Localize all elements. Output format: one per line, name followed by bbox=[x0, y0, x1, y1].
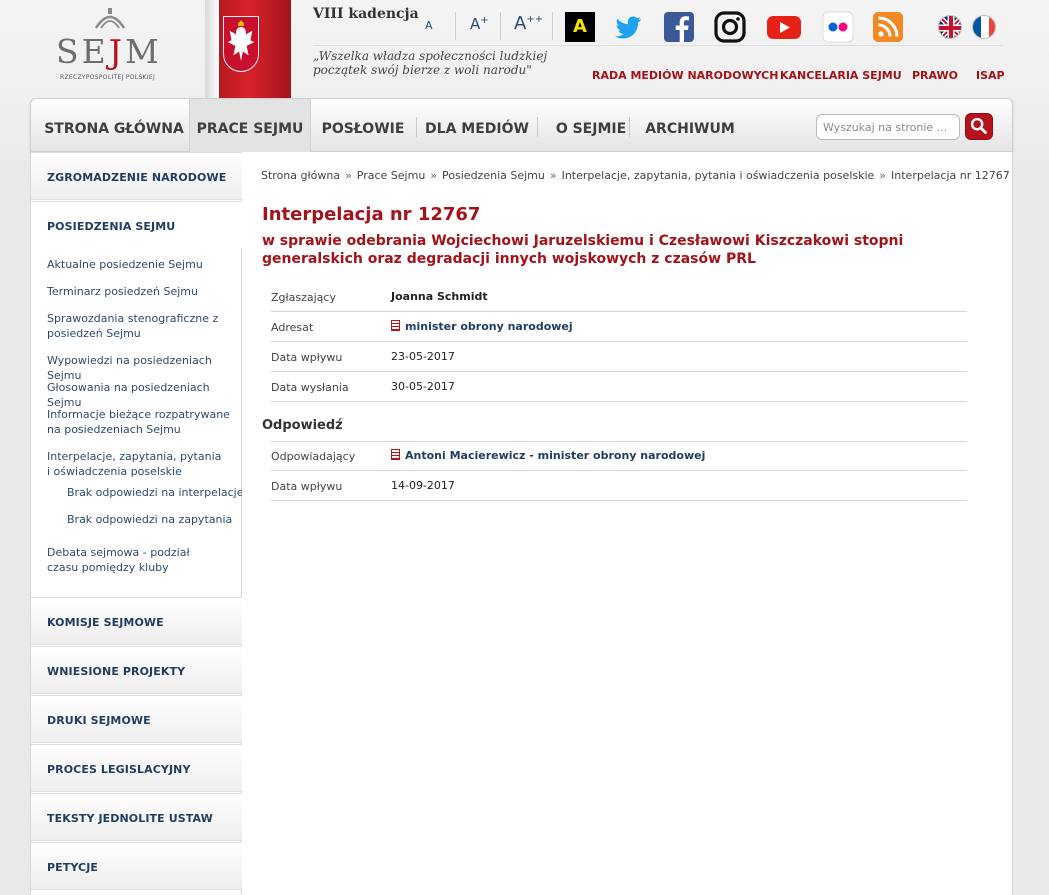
divider bbox=[500, 12, 501, 40]
answer-heading: Odpowiedź bbox=[262, 418, 343, 433]
search-icon bbox=[970, 117, 987, 134]
sidebar-sublink[interactable]: Brak odpowiedzi na zapytania bbox=[67, 512, 252, 527]
sidebar-link[interactable]: Informacje bieżące rozpatrywane na posie… bbox=[47, 407, 232, 437]
link-isap[interactable]: ISAP bbox=[976, 69, 1005, 82]
breadcrumb-separator: » bbox=[549, 169, 557, 182]
sidebar: ZGROMADZENIE NARODOWE POSIEDZENIA SEJMU … bbox=[30, 152, 244, 895]
detail-row: Data wysłania 30-05-2017 bbox=[271, 372, 967, 402]
nav-o-sejmie[interactable]: O SEJMIE bbox=[545, 99, 637, 153]
breadcrumb-separator: » bbox=[879, 169, 887, 182]
divider bbox=[455, 12, 456, 40]
answer-row: Data wpływu 14-09-2017 bbox=[271, 471, 967, 501]
nav-divider bbox=[416, 117, 417, 137]
flickr-icon[interactable] bbox=[822, 11, 854, 43]
detail-row: Zgłaszający Joanna Schmidt bbox=[271, 282, 967, 312]
sidebar-section-petycje[interactable]: PETYCJE bbox=[31, 842, 242, 890]
sidebar-section-druki[interactable]: DRUKI SEJMOWE bbox=[31, 695, 242, 743]
nav-dla-mediow[interactable]: DLA MEDIÓW bbox=[424, 99, 530, 153]
twitter-icon[interactable] bbox=[612, 11, 644, 43]
detail-value: Joanna Schmidt bbox=[391, 290, 488, 303]
detail-label: Data wpływu bbox=[271, 480, 343, 493]
sidebar-sublink[interactable]: Brak odpowiedzi na interpelacje bbox=[67, 485, 252, 500]
logo-subtitle: RZECZYPOSPOLITEJ POLSKIEJ bbox=[60, 74, 156, 81]
youtube-icon[interactable] bbox=[766, 11, 802, 43]
detail-label: Data wysłania bbox=[271, 381, 349, 394]
sidebar-heading-zgromadzenie[interactable]: ZGROMADZENIE NARODOWE bbox=[31, 152, 242, 200]
sidebar-section-komisje[interactable]: KOMISJE SEJMOWE bbox=[31, 597, 242, 645]
sidebar-link[interactable]: Aktualne posiedzenie Sejmu bbox=[47, 257, 232, 272]
parliament-dome-icon bbox=[94, 8, 126, 29]
detail-label: Adresat bbox=[271, 321, 314, 334]
detail-label: Odpowiadający bbox=[271, 450, 356, 463]
sidebar-link-interpelacje[interactable]: Interpelacje, zapytania, pytania i oświa… bbox=[47, 449, 222, 479]
breadcrumb-item[interactable]: Strona główna bbox=[261, 169, 340, 182]
rss-icon[interactable] bbox=[872, 11, 904, 43]
font-size-medium-button[interactable]: A+ bbox=[470, 15, 489, 33]
detail-row: Data wpływu 23-05-2017 bbox=[271, 342, 967, 372]
breadcrumb: Strona główna » Prace Sejmu » Posiedzenia Se… bbox=[261, 169, 1010, 182]
link-rada-mediow[interactable]: RADA MEDIÓW NARODOWYCH bbox=[592, 69, 778, 82]
sidebar-link[interactable]: Wypowiedzi na posiedzeniach Sejmu bbox=[47, 353, 232, 383]
english-flag-icon[interactable] bbox=[938, 15, 962, 39]
french-flag-icon[interactable] bbox=[972, 15, 996, 39]
font-size-small-button[interactable]: A bbox=[425, 19, 433, 32]
sidebar-link[interactable]: Terminarz posiedzeń Sejmu bbox=[47, 284, 232, 299]
nav-prace-sejmu[interactable]: PRACE SEJMU bbox=[189, 99, 311, 153]
nav-strona-glowna[interactable]: STRONA GŁÓWNA bbox=[39, 99, 189, 153]
breadcrumb-separator: » bbox=[345, 169, 352, 182]
main-navigation: STRONA GŁÓWNA PRACE SEJMU POSŁOWIE DLA M… bbox=[30, 98, 1013, 153]
logo-wordmark: SEJM bbox=[56, 32, 162, 71]
sidebar-section-projekty[interactable]: WNIESIONE PROJEKTY bbox=[31, 646, 242, 694]
nav-divider bbox=[629, 117, 630, 137]
search-input[interactable] bbox=[816, 114, 960, 140]
font-size-large-button[interactable]: A++ bbox=[514, 13, 543, 34]
adresat-link[interactable]: minister obrony narodowej bbox=[391, 320, 573, 333]
breadcrumb-item[interactable]: Interpelacje, zapytania, pytania i oświa… bbox=[562, 169, 875, 182]
nav-archiwum[interactable]: ARCHIWUM bbox=[637, 99, 743, 153]
answer-row: Odpowiadający Antoni Macierewicz - minis… bbox=[271, 441, 967, 471]
sidebar-link[interactable]: Sprawozdania stenograficzne z posiedzeń … bbox=[47, 311, 232, 341]
sidebar-heading-posiedzenia[interactable]: POSIEDZENIA SEJMU bbox=[31, 201, 242, 249]
detail-value: 23-05-2017 bbox=[391, 350, 455, 363]
odpowiadajacy-link[interactable]: Antoni Macierewicz - minister obrony nar… bbox=[391, 449, 705, 462]
sidebar-section-teksty[interactable]: TEKSTY JEDNOLITE USTAW bbox=[31, 793, 242, 841]
sidebar-link[interactable]: Głosowania na posiedzeniach Sejmu bbox=[47, 380, 232, 410]
link-kancelaria-sejmu[interactable]: KANCELARIA SEJMU bbox=[780, 69, 902, 82]
document-icon bbox=[391, 449, 400, 460]
breadcrumb-item[interactable]: Prace Sejmu bbox=[357, 169, 426, 182]
breadcrumb-separator: » bbox=[430, 169, 438, 182]
nav-poslowie[interactable]: POSŁOWIE bbox=[317, 99, 409, 153]
kadencja-label: VIII kadencja bbox=[313, 6, 419, 22]
detail-label: Data wpływu bbox=[271, 351, 343, 364]
header-divider bbox=[313, 45, 1003, 46]
nav-divider bbox=[537, 117, 538, 137]
detail-label: Zgłaszający bbox=[271, 291, 336, 304]
white-eagle-emblem-icon bbox=[223, 16, 259, 72]
sidebar-section-proces[interactable]: PROCES LEGISLACYJNY bbox=[31, 744, 242, 792]
facebook-icon[interactable] bbox=[663, 11, 695, 43]
main-content: Strona główna » Prace Sejmu » Posiedzenia Se… bbox=[242, 152, 1013, 895]
constitution-quote: „Wszelka władza społeczności ludzkiej po… bbox=[313, 49, 548, 77]
breadcrumb-item[interactable]: Posiedzenia Sejmu bbox=[442, 169, 545, 182]
document-icon bbox=[391, 320, 400, 331]
detail-value: 14-09-2017 bbox=[391, 479, 455, 492]
polish-flag-banner bbox=[205, 0, 291, 98]
breadcrumb-current: Interpelacja nr 12767 bbox=[891, 169, 1010, 182]
divider bbox=[552, 12, 553, 40]
instagram-icon[interactable] bbox=[714, 11, 746, 43]
detail-value: 30-05-2017 bbox=[391, 380, 455, 393]
search-button[interactable] bbox=[965, 113, 993, 140]
sidebar-link[interactable]: Debata sejmowa - podział czasu pomiędzy … bbox=[47, 545, 222, 575]
sejm-logo[interactable]: SEJM RZECZYPOSPOLITEJ POLSKIEJ bbox=[50, 8, 170, 88]
high-contrast-button[interactable]: A bbox=[565, 12, 595, 42]
link-prawo[interactable]: PRAWO bbox=[912, 69, 958, 82]
page-subtitle: w sprawie odebrania Wojciechowi Jaruzels… bbox=[262, 233, 904, 267]
detail-row: Adresat minister obrony narodowej bbox=[271, 312, 967, 342]
page-title: Interpelacja nr 12767 bbox=[262, 204, 481, 225]
